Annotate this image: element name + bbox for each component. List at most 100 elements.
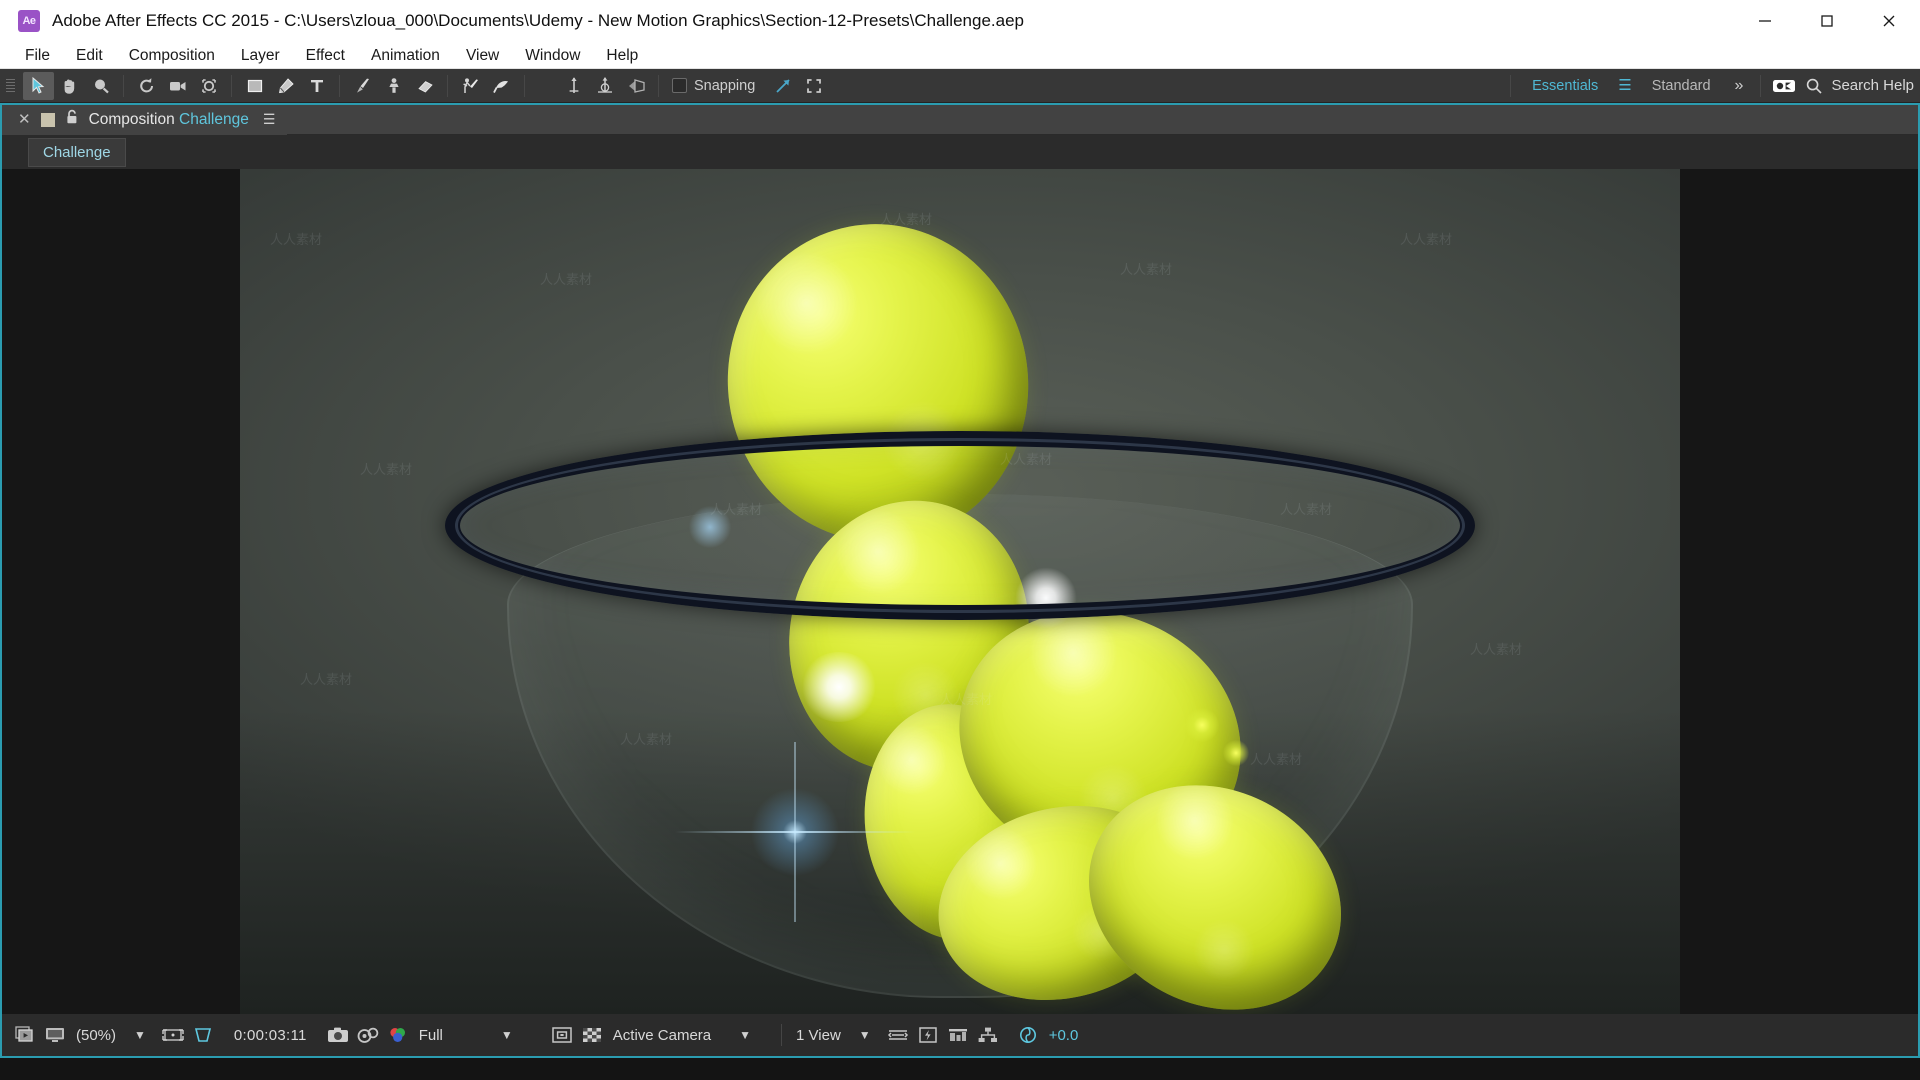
close-icon[interactable]: ✕ [18, 112, 31, 127]
camera-view-chevron-down-icon[interactable]: ▼ [717, 1028, 773, 1042]
camera-tool-icon[interactable] [162, 72, 193, 100]
composition-panel: ✕ Composition Challenge ☰ Challenge [0, 103, 1920, 1014]
exposure-value[interactable]: +0.0 [1043, 1027, 1085, 1044]
minimize-icon[interactable] [1734, 0, 1796, 42]
type-tool-icon[interactable] [301, 72, 332, 100]
selection-tool-icon[interactable] [23, 71, 54, 100]
maximize-icon[interactable] [1796, 0, 1858, 42]
show-snapshot-icon[interactable] [353, 1020, 383, 1050]
brush-tool-icon[interactable] [347, 72, 378, 100]
menu-item-effect[interactable]: Effect [293, 42, 358, 69]
yellow-highlight-1 [1185, 707, 1219, 742]
main-toolbar: Snapping Essentials ☰ Standard » Search … [0, 69, 1920, 103]
toolbar-divider [231, 74, 232, 97]
lock-icon[interactable] [65, 109, 79, 130]
lens-flare-icon [735, 771, 855, 892]
chevron-double-right-icon[interactable]: » [1725, 77, 1754, 95]
toolbar-divider [123, 74, 124, 97]
menu-item-animation[interactable]: Animation [358, 42, 453, 69]
fast-previews-icon[interactable] [913, 1020, 943, 1050]
bowl-rim-gloss [455, 437, 1465, 613]
snapping-control[interactable]: Snapping [672, 78, 755, 94]
sync-settings-icon[interactable] [1768, 72, 1799, 100]
menu-item-help[interactable]: Help [593, 42, 651, 69]
local-axis-mode-icon[interactable] [558, 72, 589, 100]
shape-tool-icon[interactable] [239, 72, 270, 100]
toolbar-group-roto-puppet [455, 69, 517, 103]
toolbar-divider [1760, 74, 1762, 97]
menu-item-composition[interactable]: Composition [116, 42, 228, 69]
transparency-grid-icon[interactable] [188, 1020, 218, 1050]
comp-flowchart-icon[interactable] [973, 1020, 1003, 1050]
reset-exposure-icon[interactable] [1013, 1020, 1043, 1050]
world-axis-mode-icon[interactable] [589, 72, 620, 100]
close-icon[interactable] [1858, 0, 1920, 42]
composition-canvas[interactable]: 人人素材 人人素材 人人素材 人人素材 人人素材 人人素材 人人素材 人人素材 … [240, 169, 1680, 1014]
take-snapshot-icon[interactable] [323, 1020, 353, 1050]
glass-bowl-graphic [445, 204, 1475, 1014]
composition-thumbnail-icon [40, 112, 55, 127]
resolution-value[interactable]: Full [413, 1027, 449, 1044]
specular-highlight-2 [800, 651, 878, 722]
snapping-label: Snapping [694, 77, 756, 94]
current-timecode[interactable]: 0:00:03:11 [228, 1027, 313, 1044]
help-search[interactable]: Search Help [1799, 77, 1914, 95]
hand-tool-icon[interactable] [54, 72, 85, 100]
region-of-interest-icon[interactable] [158, 1020, 188, 1050]
bottom-filler [0, 1058, 1920, 1080]
toolbar-right-section: Essentials ☰ Standard » Search Help [1503, 69, 1920, 103]
workspace-standard[interactable]: Standard [1638, 78, 1725, 94]
view-layout-chevron-down-icon[interactable]: ▼ [847, 1028, 883, 1042]
resolution-chevron-down-icon[interactable]: ▼ [449, 1028, 547, 1042]
composition-tab[interactable]: ✕ Composition Challenge ☰ [2, 104, 288, 135]
camera-view-value[interactable]: Active Camera [607, 1027, 717, 1044]
lens-flare-secondary [685, 501, 735, 552]
toolbar-group-camera [131, 69, 224, 103]
window-titlebar: Ae Adobe After Effects CC 2015 - C:\User… [0, 0, 1920, 42]
menu-item-file[interactable]: File [12, 42, 63, 69]
composition-panel-tabbar: ✕ Composition Challenge ☰ [2, 104, 1918, 135]
menu-item-view[interactable]: View [453, 42, 512, 69]
menubar: File Edit Composition Layer Effect Anima… [0, 42, 1920, 69]
roto-brush-tool-icon[interactable] [455, 72, 486, 100]
clone-stamp-tool-icon[interactable] [378, 72, 409, 100]
magnification-value[interactable]: (50%) [70, 1027, 122, 1044]
search-icon [1807, 78, 1823, 94]
pen-tool-icon[interactable] [270, 72, 301, 100]
magnification-chevron-down-icon[interactable]: ▼ [122, 1028, 158, 1042]
composition-subtab-bar: Challenge [2, 135, 1918, 169]
show-channel-icon[interactable] [383, 1020, 413, 1050]
always-preview-this-view-icon[interactable] [10, 1020, 40, 1050]
window-controls [1734, 0, 1920, 42]
snap-to-grid-icon[interactable] [767, 72, 798, 100]
toggle-mask-visibility-icon[interactable] [577, 1020, 607, 1050]
main-view-icon[interactable] [40, 1020, 70, 1050]
view-layout-value[interactable]: 1 View [790, 1027, 847, 1044]
timeline-icon[interactable] [943, 1020, 973, 1050]
composition-viewer[interactable]: 人人素材 人人素材 人人素材 人人素材 人人素材 人人素材 人人素材 人人素材 … [2, 169, 1918, 1014]
toggle-guides-icon[interactable] [547, 1020, 577, 1050]
search-input[interactable]: Search Help [1831, 77, 1914, 94]
workspace-essentials[interactable]: Essentials [1518, 78, 1612, 94]
anchor-point-tool-icon[interactable] [193, 72, 224, 100]
window-title: Adobe After Effects CC 2015 - C:\Users\z… [52, 11, 1024, 30]
menu-item-edit[interactable]: Edit [63, 42, 116, 69]
menu-item-window[interactable]: Window [512, 42, 593, 69]
yellow-highlight-2 [1223, 739, 1249, 766]
eraser-tool-icon[interactable] [409, 72, 440, 100]
menu-item-layer[interactable]: Layer [228, 42, 293, 69]
view-axis-mode-icon[interactable] [620, 72, 651, 100]
pixel-aspect-correction-icon[interactable] [883, 1020, 913, 1050]
workspace-burger-icon[interactable]: ☰ [1612, 78, 1637, 93]
toolbar-grip[interactable] [6, 75, 18, 97]
toolbar-group-navigation [23, 69, 116, 103]
composition-tab-label: Composition Challenge [88, 110, 249, 128]
rotation-tool-icon[interactable] [131, 72, 162, 100]
subtab-challenge[interactable]: Challenge [28, 137, 126, 167]
panel-menu-icon[interactable]: ☰ [263, 111, 276, 128]
puppet-pin-tool-icon[interactable] [486, 72, 517, 100]
snapping-checkbox[interactable] [672, 78, 687, 93]
toolbar-divider [658, 74, 659, 97]
snap-scale-icon[interactable] [798, 72, 829, 100]
zoom-tool-icon[interactable] [85, 72, 116, 100]
